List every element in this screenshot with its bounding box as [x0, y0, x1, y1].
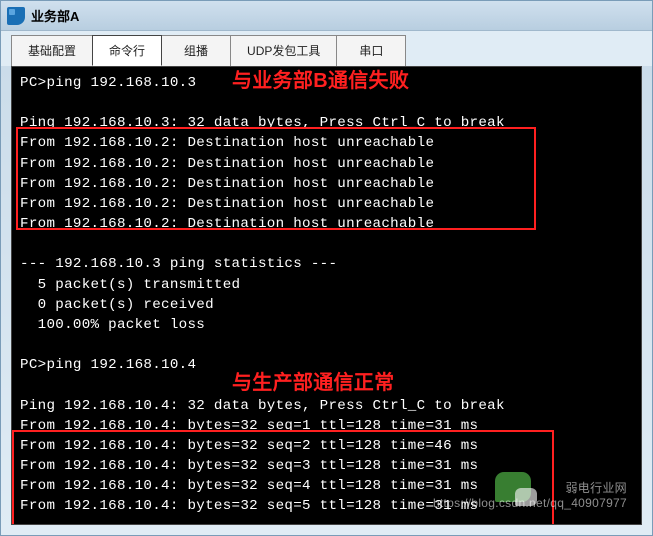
highlight-box-fail [16, 127, 536, 230]
watermark-line2: https://blog.csdn.net/qq_40907977 [433, 496, 627, 512]
terminal-output[interactable]: PC>ping 192.168.10.3 Ping 192.168.10.3: … [11, 66, 642, 525]
tab-multicast[interactable]: 组播 [161, 35, 231, 66]
annotation-fail: 与业务部B通信失败 [232, 67, 409, 95]
terminal-line: 0 packet(s) received [20, 295, 633, 315]
terminal-line: Ping 192.168.10.4: 32 data bytes, Press … [20, 396, 633, 416]
tab-serial[interactable]: 串口 [336, 35, 406, 66]
app-window: 业务部A 基础配置 命令行 组播 UDP发包工具 串口 PC>ping 192.… [0, 0, 653, 536]
terminal-line [20, 335, 633, 355]
terminal-line [20, 234, 633, 254]
tabbar: 基础配置 命令行 组播 UDP发包工具 串口 [1, 31, 652, 66]
app-icon [7, 7, 25, 25]
tab-udp-tool[interactable]: UDP发包工具 [230, 35, 337, 66]
watermark: 弱电行业网 https://blog.csdn.net/qq_40907977 [433, 481, 627, 512]
titlebar: 业务部A [1, 1, 652, 31]
terminal-line: 100.00% packet loss [20, 315, 633, 335]
window-title: 业务部A [31, 6, 79, 25]
terminal-line: 5 packet(s) transmitted [20, 275, 633, 295]
tab-command-line[interactable]: 命令行 [92, 35, 162, 66]
terminal-line [20, 93, 633, 113]
watermark-line1: 弱电行业网 [433, 481, 627, 497]
annotation-ok: 与生产部通信正常 [232, 369, 394, 397]
terminal-line: --- 192.168.10.3 ping statistics --- [20, 254, 633, 274]
tab-basic-config[interactable]: 基础配置 [11, 35, 93, 66]
